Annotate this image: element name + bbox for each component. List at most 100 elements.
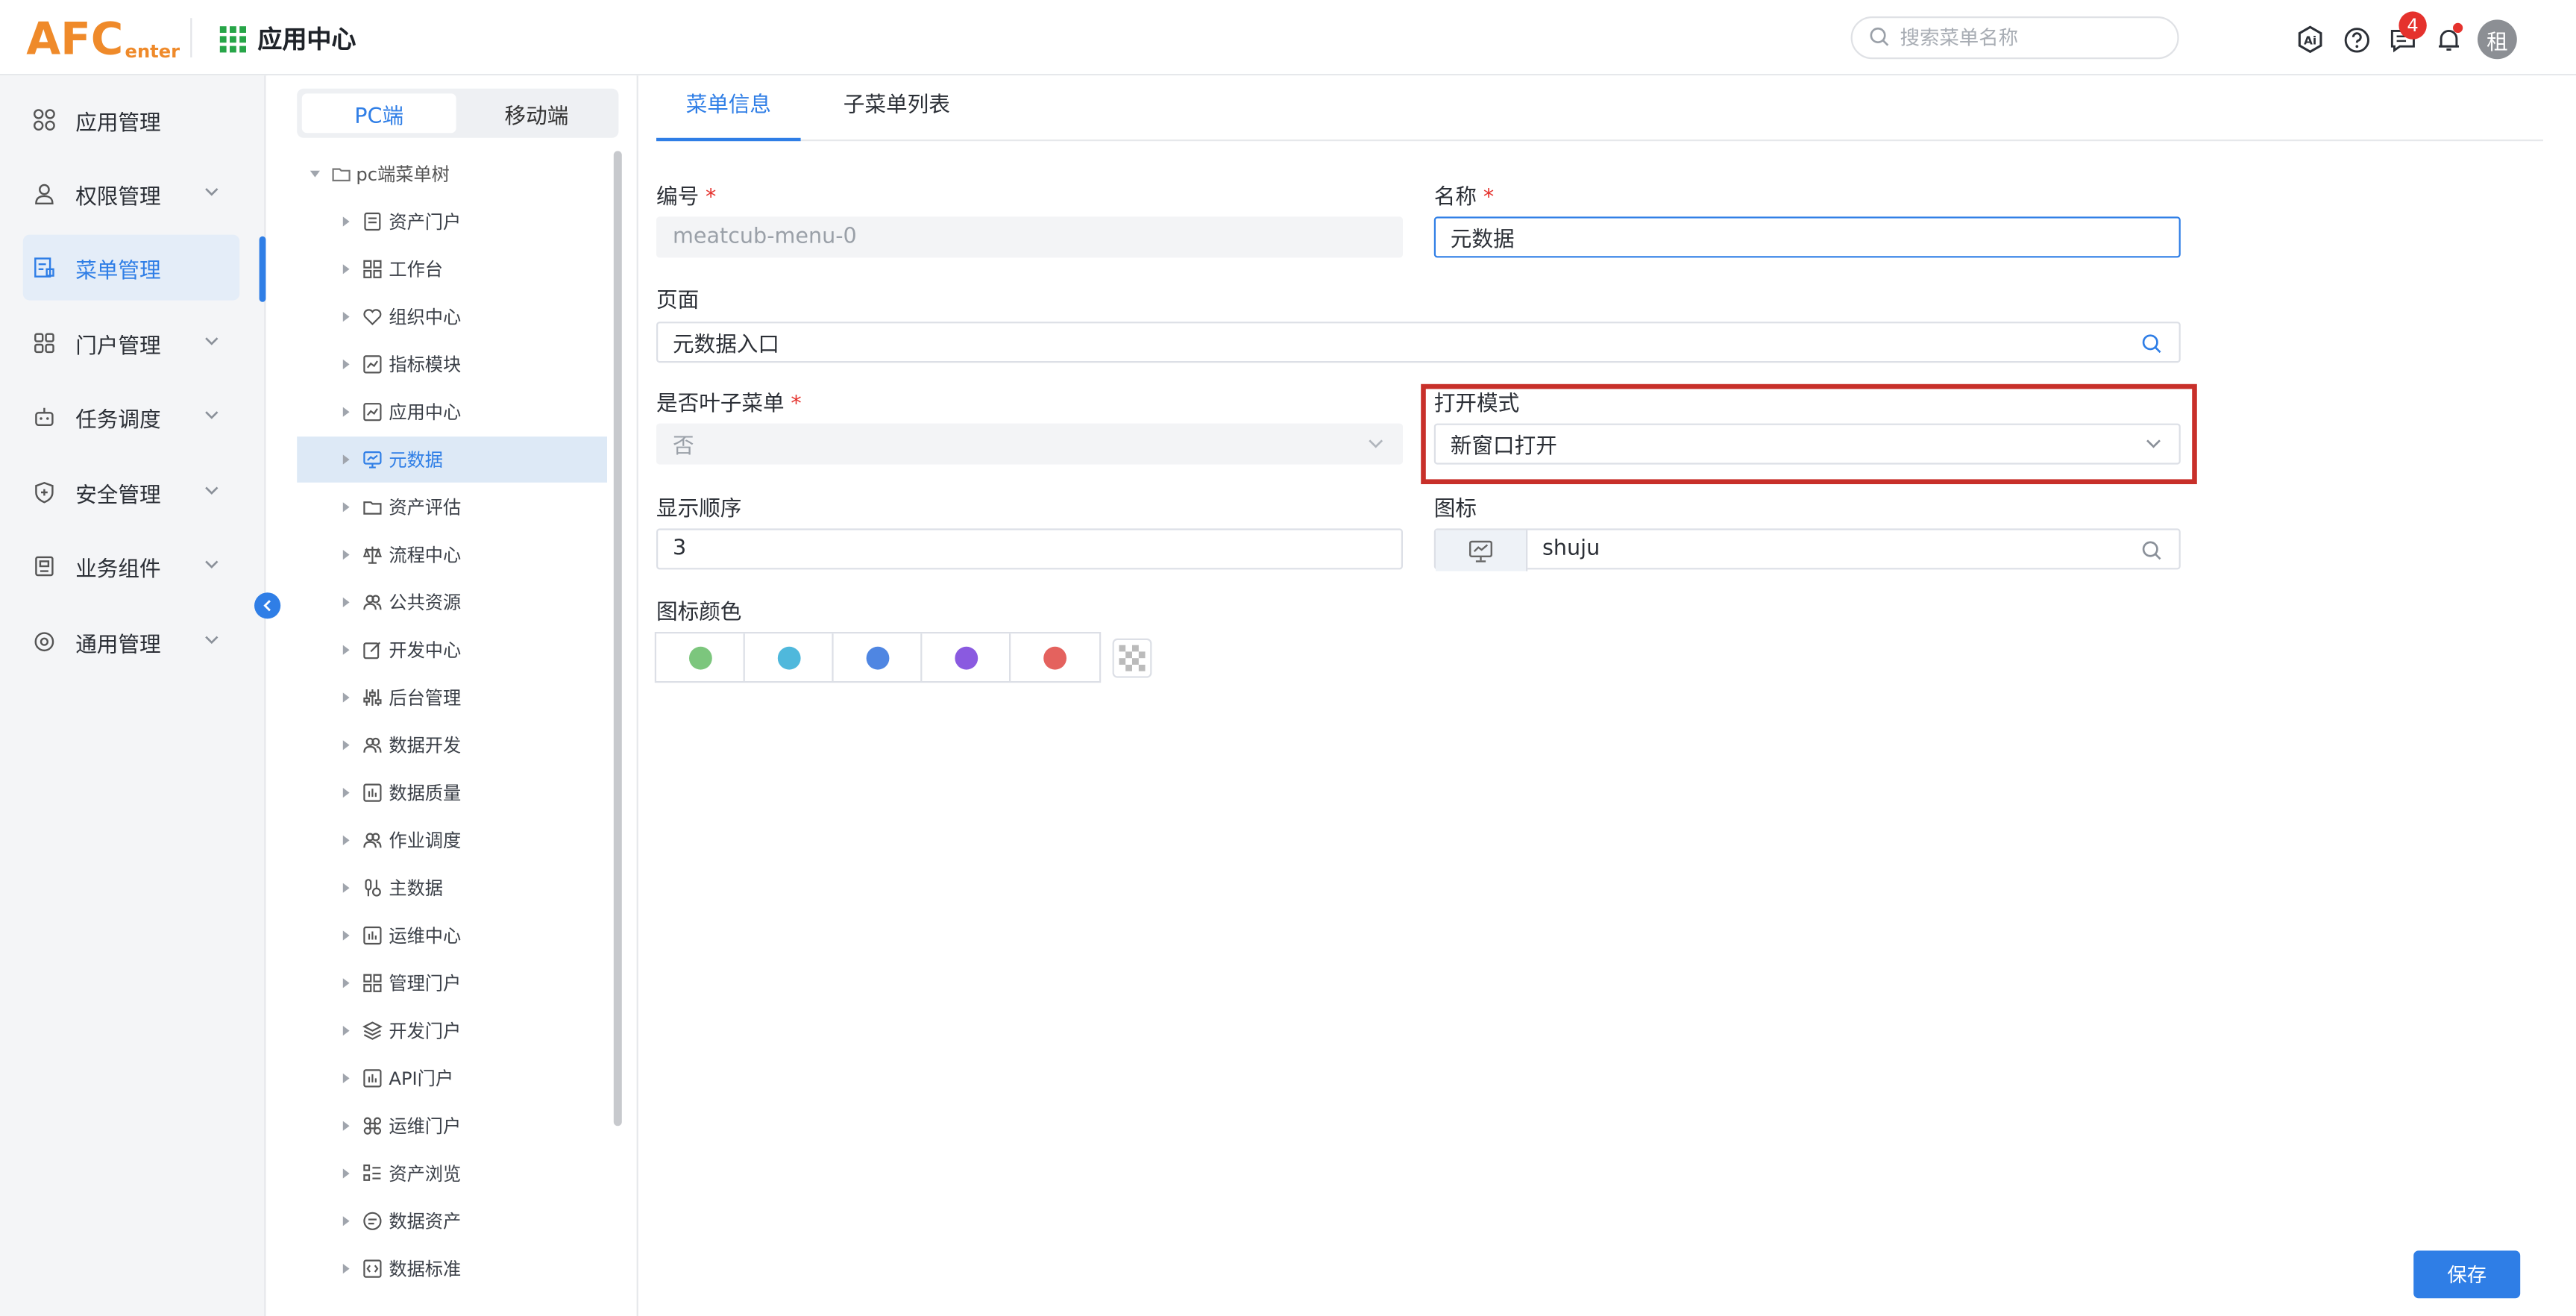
nav-item-task-scheduling[interactable]: 任务调度: [23, 384, 239, 450]
nav-label: 权限管理: [75, 184, 161, 210]
list-icon: [362, 1164, 382, 1183]
tree-item-label: 元数据: [389, 449, 443, 471]
chevron-down-icon: [205, 411, 219, 419]
tab-menu-info[interactable]: 菜单信息: [656, 75, 801, 142]
folder-icon: [332, 168, 351, 182]
code-value: meatcub-menu-0: [673, 225, 857, 250]
grid-icon: [362, 260, 382, 279]
users-icon: [362, 592, 382, 612]
tab-mobile[interactable]: 移动端: [459, 93, 614, 133]
color-swatch-green[interactable]: [656, 633, 745, 681]
header-divider: [190, 18, 192, 57]
search-icon[interactable]: [2141, 333, 2163, 361]
nav-item-general-management[interactable]: 通用管理: [23, 609, 239, 674]
caret-right-icon: [342, 883, 350, 893]
tree-scrollbar[interactable]: [613, 151, 622, 1127]
icon-field[interactable]: shuju: [1433, 528, 2181, 571]
color-swatch-red[interactable]: [1011, 633, 1099, 681]
display-order-field[interactable]: 3: [656, 528, 1403, 570]
robot-icon: [35, 407, 54, 427]
chevron-down-icon: [1367, 435, 1385, 460]
message-icon[interactable]: 4: [2386, 11, 2427, 56]
color-swatch-purple[interactable]: [922, 633, 1011, 681]
tree-item[interactable]: 数据标准: [297, 1246, 607, 1292]
tree-item[interactable]: 组织中心: [297, 294, 607, 340]
display-order-value: 3: [673, 536, 687, 562]
message-icon: [362, 1212, 382, 1231]
tree-item[interactable]: 运维中心: [297, 912, 607, 959]
tree-item-label: 主数据: [389, 878, 443, 900]
color-swatch-cyan[interactable]: [745, 633, 834, 681]
tree-item[interactable]: 资产评估: [297, 484, 607, 530]
user-avatar[interactable]: 租: [2478, 19, 2517, 60]
save-button[interactable]: 保存: [2413, 1250, 2521, 1299]
leaf-menu-select[interactable]: 否: [656, 423, 1403, 465]
search-icon[interactable]: [2141, 540, 2163, 568]
tree-item[interactable]: 管理门户: [297, 960, 607, 1006]
tree-item[interactable]: 流程中心: [297, 532, 607, 578]
tree-item[interactable]: 主数据: [297, 865, 607, 911]
nav-label: 菜单管理: [75, 258, 161, 283]
icon-color-label: 图标颜色: [656, 601, 742, 626]
tree-item-label: 公共资源: [389, 592, 462, 614]
tree-item[interactable]: 公共资源: [297, 580, 607, 626]
tree-item[interactable]: 作业调度: [297, 818, 607, 864]
collapse-sidebar-button[interactable]: [254, 592, 281, 619]
leaf-value: 否: [673, 435, 694, 460]
tree-root-node[interactable]: pc端菜单树: [310, 161, 450, 187]
chart-icon: [362, 354, 382, 374]
help-icon[interactable]: [2340, 23, 2372, 56]
edit-icon: [362, 640, 382, 659]
color-swatch-blue[interactable]: [834, 633, 923, 681]
tree-item-label: 工作台: [389, 259, 443, 281]
nav-label: 业务组件: [75, 557, 161, 582]
component-icon: [35, 556, 54, 577]
menu-search-box[interactable]: [1850, 16, 2179, 60]
nav-item-business-components[interactable]: 业务组件: [23, 533, 239, 599]
tree-item-selected[interactable]: 元数据: [297, 436, 607, 483]
caret-right-icon: [342, 312, 350, 322]
tab-submenu-list[interactable]: 子菜单列表: [814, 75, 979, 141]
code-field[interactable]: meatcub-menu-0: [656, 216, 1403, 258]
caret-right-icon: [342, 692, 350, 703]
tree-item[interactable]: 开发中心: [297, 627, 607, 673]
search-input[interactable]: [1900, 26, 2163, 49]
nav-item-portal-management[interactable]: 门户管理: [23, 310, 239, 376]
app-grid-icon[interactable]: [219, 26, 246, 53]
brand-logo[interactable]: AFC enter: [26, 10, 180, 66]
tree-item[interactable]: 数据资产: [297, 1198, 607, 1244]
grid-icon: [34, 333, 54, 354]
tree-item[interactable]: 运维门户: [297, 1103, 607, 1149]
tree-item[interactable]: API门户: [297, 1056, 607, 1102]
page-field[interactable]: 元数据入口: [656, 322, 2181, 363]
caret-right-icon: [342, 835, 350, 845]
app-title: 应用中心: [257, 25, 356, 54]
tree-item[interactable]: 资产浏览: [297, 1150, 607, 1197]
icon-preview[interactable]: [1436, 530, 1528, 571]
tree-item-label: 作业调度: [389, 830, 462, 852]
ai-assistant-icon[interactable]: Ai: [2294, 23, 2327, 56]
nav-label: 安全管理: [75, 483, 161, 508]
tree-item[interactable]: 工作台: [297, 246, 607, 292]
caret-right-icon: [342, 502, 350, 513]
tree-item[interactable]: 数据质量: [297, 770, 607, 816]
tree-item[interactable]: 资产门户: [297, 198, 607, 245]
tree-item[interactable]: 应用中心: [297, 389, 607, 435]
nav-label: 门户管理: [75, 333, 161, 359]
nav-item-menu-management[interactable]: 菜单管理: [22, 234, 240, 301]
nav-label: 应用管理: [75, 110, 161, 136]
custom-color-picker[interactable]: [1112, 638, 1152, 678]
tab-pc[interactable]: PC端: [301, 93, 456, 134]
bell-icon[interactable]: [2431, 22, 2464, 56]
nav-item-security-management[interactable]: 安全管理: [23, 460, 239, 525]
tree-item[interactable]: 后台管理: [297, 674, 607, 721]
tree-item[interactable]: 数据开发: [297, 722, 607, 768]
tree-item[interactable]: 指标模块: [297, 342, 607, 388]
app-root: AFC enter 应用中心 Ai 4: [0, 0, 2576, 1316]
nav-item-permission-management[interactable]: 权限管理: [23, 161, 239, 227]
nav-item-app-management[interactable]: 应用管理: [23, 87, 239, 153]
tree-item[interactable]: 开发门户: [297, 1008, 607, 1054]
required-mark: *: [1483, 185, 1495, 210]
grid-icon: [362, 974, 382, 993]
name-field[interactable]: 元数据: [1433, 216, 2181, 258]
